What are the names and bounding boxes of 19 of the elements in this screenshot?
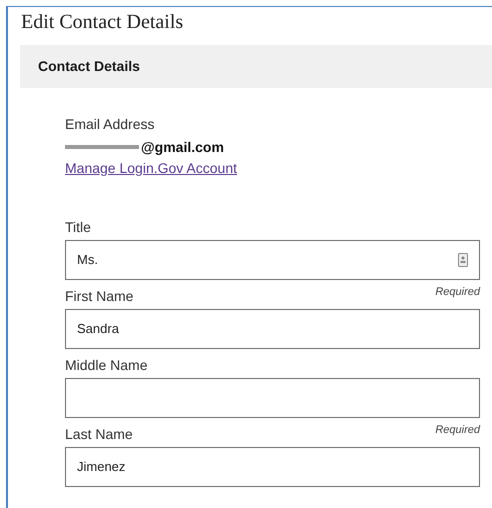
field-label: Email Address: [65, 115, 154, 134]
email-value: @gmail.com: [141, 138, 224, 157]
page-title: Edit Contact Details: [21, 10, 184, 35]
required-note: Required: [435, 423, 480, 438]
field-label: Last Name: [65, 425, 133, 443]
text-field[interactable]: [65, 378, 480, 418]
required-note: Required: [435, 285, 480, 300]
field-label: First Name: [65, 287, 134, 305]
field-value: Sandra: [77, 320, 119, 338]
text-field[interactable]: Ms.: [65, 240, 480, 280]
field-value: Jimenez: [77, 458, 126, 476]
field-value: Ms.: [77, 251, 98, 270]
contact-card-icon[interactable]: [458, 253, 468, 267]
section-title: Contact Details: [38, 57, 140, 76]
field-label: Title: [65, 218, 91, 236]
text-field[interactable]: Jimenez: [65, 447, 480, 487]
manage-account-link[interactable]: Manage Login.Gov Account: [65, 160, 238, 176]
text-field[interactable]: Sandra: [65, 309, 480, 349]
field-label: Middle Name: [65, 356, 148, 374]
